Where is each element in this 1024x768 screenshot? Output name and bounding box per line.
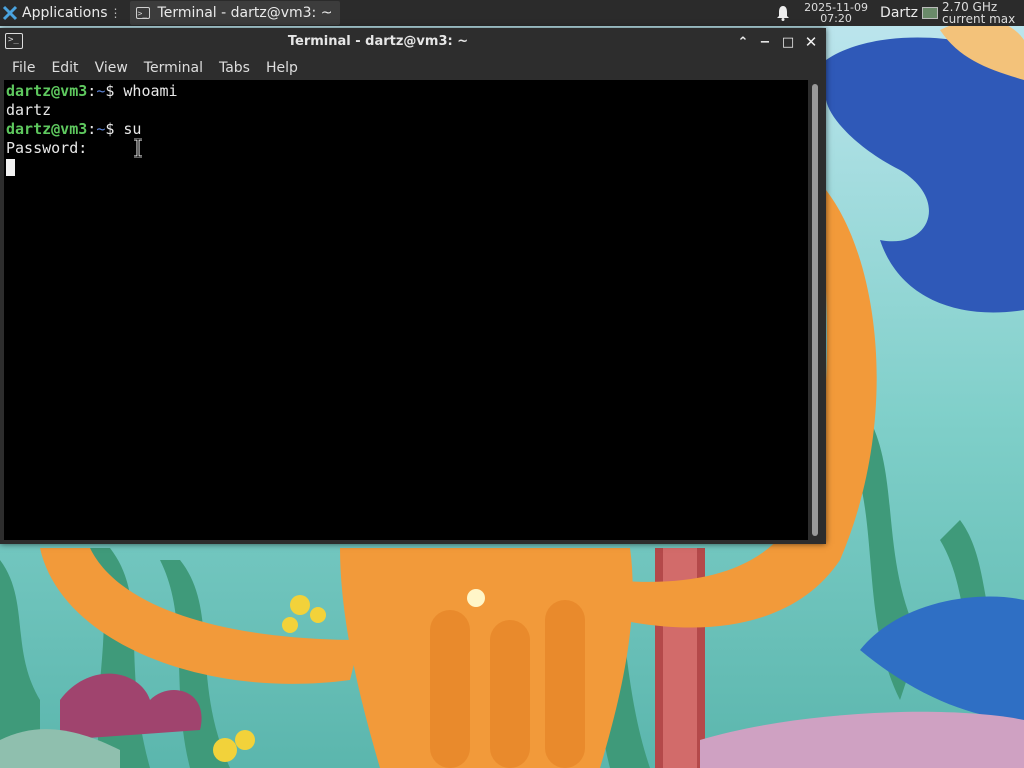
menu-bar: File Edit View Terminal Tabs Help (0, 56, 826, 80)
cpu-freq-caption: current max (942, 12, 1016, 25)
prompt-path: ~ (96, 82, 106, 100)
bell-icon[interactable] (776, 5, 790, 21)
prompt-user-host: dartz@vm3 (6, 120, 88, 138)
maximize-window-button[interactable]: □ (778, 32, 798, 52)
menu-terminal[interactable]: Terminal (136, 60, 211, 76)
terminal-line: dartz (6, 101, 808, 120)
terminal-window: >_ Terminal - dartz@vm3: ~ ⌃ − □ ✕ File … (0, 28, 826, 544)
menu-tabs[interactable]: Tabs (211, 60, 258, 76)
minimize-window-button[interactable]: − (755, 32, 775, 52)
cpu-graph-icon (922, 7, 938, 19)
prompt-dollar: $ (105, 82, 124, 100)
text-cursor-icon (134, 138, 142, 158)
scrollbar-thumb[interactable] (812, 84, 818, 536)
terminal-cursor (6, 159, 15, 176)
clock-time: 07:20 (820, 12, 852, 25)
close-window-button[interactable]: ✕ (801, 32, 821, 52)
prompt-user-host: dartz@vm3 (6, 82, 88, 100)
user-menu-button[interactable]: Dartz (880, 5, 918, 21)
command-text: whoami (123, 82, 178, 100)
terminal-line: dartz@vm3:~$ su (6, 120, 808, 139)
applications-menu-button[interactable]: Applications ⋮ (0, 0, 126, 26)
terminal-line: Password: (6, 139, 808, 158)
menu-help[interactable]: Help (258, 60, 306, 76)
applications-menu-separator: ⋮ (109, 6, 122, 20)
window-title: Terminal - dartz@vm3: ~ (287, 34, 469, 49)
apps-menu-icon (2, 5, 18, 21)
window-title-bar[interactable]: >_ Terminal - dartz@vm3: ~ ⌃ − □ ✕ (0, 28, 826, 56)
menu-file[interactable]: File (0, 60, 43, 76)
top-panel: Applications ⋮ >_ Terminal - dartz@vm3: … (0, 0, 1024, 26)
menu-view[interactable]: View (87, 60, 136, 76)
terminal-output[interactable]: dartz@vm3:~$ whoami dartz dartz@vm3:~$ su P… (4, 80, 808, 540)
prompt-colon: : (87, 82, 97, 100)
terminal-line: dartz@vm3:~$ whoami (6, 82, 808, 101)
cpu-frequency-monitor[interactable]: 2.70 GHz current max (942, 1, 1024, 25)
terminal-line (6, 158, 808, 177)
menu-edit[interactable]: Edit (43, 60, 86, 76)
taskbar-terminal-label: Terminal - dartz@vm3: ~ (157, 5, 333, 21)
clock[interactable]: 2025-11-09 07:20 (804, 2, 868, 24)
password-prompt: Password: (6, 139, 88, 157)
command-output: dartz (6, 101, 52, 119)
taskbar-terminal-button[interactable]: >_ Terminal - dartz@vm3: ~ (129, 1, 341, 25)
prompt-colon: : (87, 120, 97, 138)
command-text: su (123, 120, 142, 138)
panel-tray: 2025-11-09 07:20 Dartz 2.70 GHz current … (776, 0, 1024, 26)
terminal-icon: >_ (135, 7, 150, 19)
prompt-path: ~ (96, 120, 106, 138)
applications-menu-label: Applications (22, 5, 108, 21)
terminal-scrollbar[interactable] (810, 82, 820, 538)
shade-window-button[interactable]: ⌃ (733, 32, 753, 52)
prompt-dollar: $ (105, 120, 124, 138)
